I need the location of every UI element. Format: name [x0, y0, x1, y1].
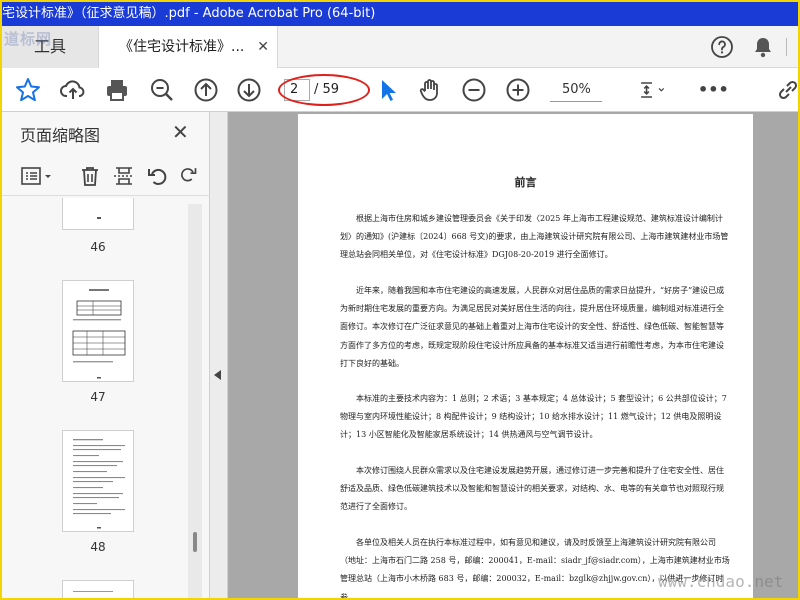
thumbnail-label: 47 — [90, 390, 106, 404]
watermark-bottom-right: www.cndao.net — [658, 572, 784, 591]
paragraph: 本次修订围绕人民群众需求以及住宅建设发展趋势开展，通过修订进一步完善和提升了住宅… — [340, 466, 724, 512]
star-icon[interactable] — [14, 76, 42, 104]
document-page: 前言 根据上海市住房和城乡建设管理委员会《关于印发〈2025 年上海市工程建设规… — [298, 114, 753, 598]
paragraph: 近年来，随着我国和本市住宅建设的高速发展，人民群众对居住品质的需求日益提升，“好… — [340, 286, 725, 368]
panel-close-button[interactable]: ✕ — [172, 120, 189, 144]
tab-row: 工具 《住宅设计标准》... ✕ — [2, 26, 798, 69]
tab-close-button[interactable]: ✕ — [257, 26, 269, 68]
collapse-arrow-icon — [214, 370, 221, 380]
fit-page-icon[interactable] — [638, 76, 674, 104]
window-title-bar: 宅设计标准》（征求意见稿）.pdf - Adobe Acrobat Pro (6… — [2, 2, 798, 26]
trash-icon[interactable] — [78, 164, 102, 188]
printer-icon[interactable] — [103, 76, 131, 104]
rotate-left-icon[interactable] — [146, 164, 170, 188]
rotate-right-icon[interactable] — [178, 164, 198, 188]
window-title: 宅设计标准》（征求意见稿）.pdf - Adobe Acrobat Pro (6… — [2, 6, 376, 21]
thumbnail-page[interactable] — [62, 580, 134, 598]
paragraph: 根据上海市住房和城乡建设管理委员会《关于印发〈2025 年上海市工程建设规范、建… — [340, 214, 729, 260]
document-view[interactable]: 前言 根据上海市住房和城乡建设管理委员会《关于印发〈2025 年上海市工程建设规… — [228, 112, 798, 598]
panel-collapse-handle[interactable] — [210, 112, 228, 598]
page-heading: 前言 — [514, 176, 537, 189]
main-toolbar: 2 / 59 50% ••• — [2, 68, 798, 112]
bell-icon[interactable] — [752, 35, 774, 59]
panel-title: 页面缩略图 — [20, 126, 101, 145]
thumbnail-scrollbar-thumb[interactable] — [193, 532, 197, 552]
tab-row-divider — [786, 38, 798, 56]
tab-document-label: 《住宅设计标准》... — [119, 39, 245, 55]
thumbnail-page[interactable] — [62, 280, 134, 382]
arrow-down-circle-icon[interactable] — [235, 76, 263, 104]
thumbnail-page[interactable] — [62, 430, 134, 532]
hand-icon[interactable] — [416, 76, 444, 104]
more-tools-button[interactable]: ••• — [698, 76, 729, 104]
cursor-arrow-icon[interactable] — [374, 76, 402, 104]
help-icon[interactable] — [710, 35, 734, 59]
plus-circle-icon[interactable] — [504, 76, 532, 104]
thumbnail-label: 46 — [90, 240, 106, 254]
thumbnail-label: 48 — [90, 540, 106, 554]
annotation-circle — [278, 74, 370, 106]
link-icon[interactable] — [774, 76, 798, 104]
thumbnail-panel: 页面缩略图 ✕ 46 47 48 — [2, 112, 210, 598]
thumbnail-page[interactable] — [62, 198, 134, 230]
app-window: 宅设计标准》（征求意见稿）.pdf - Adobe Acrobat Pro (6… — [0, 0, 800, 600]
thumbnail-list: 46 47 48 — [2, 198, 202, 598]
search-zoom-icon[interactable] — [148, 76, 176, 104]
panel-toolbar — [2, 158, 210, 196]
arrow-up-circle-icon[interactable] — [192, 76, 220, 104]
minus-circle-icon[interactable] — [460, 76, 488, 104]
tab-document[interactable]: 《住宅设计标准》... ✕ — [98, 26, 278, 69]
zoom-select[interactable]: 50% — [550, 80, 602, 102]
options-menu-icon[interactable] — [20, 164, 56, 188]
watermark-top-left: 道标网 — [4, 30, 53, 48]
paragraph: 本标准的主要技术内容为：1 总则；2 术语；3 基本规定；4 总体设计；5 套型… — [340, 394, 727, 440]
cloud-upload-icon[interactable] — [59, 76, 87, 104]
extract-pages-icon[interactable] — [112, 164, 136, 188]
